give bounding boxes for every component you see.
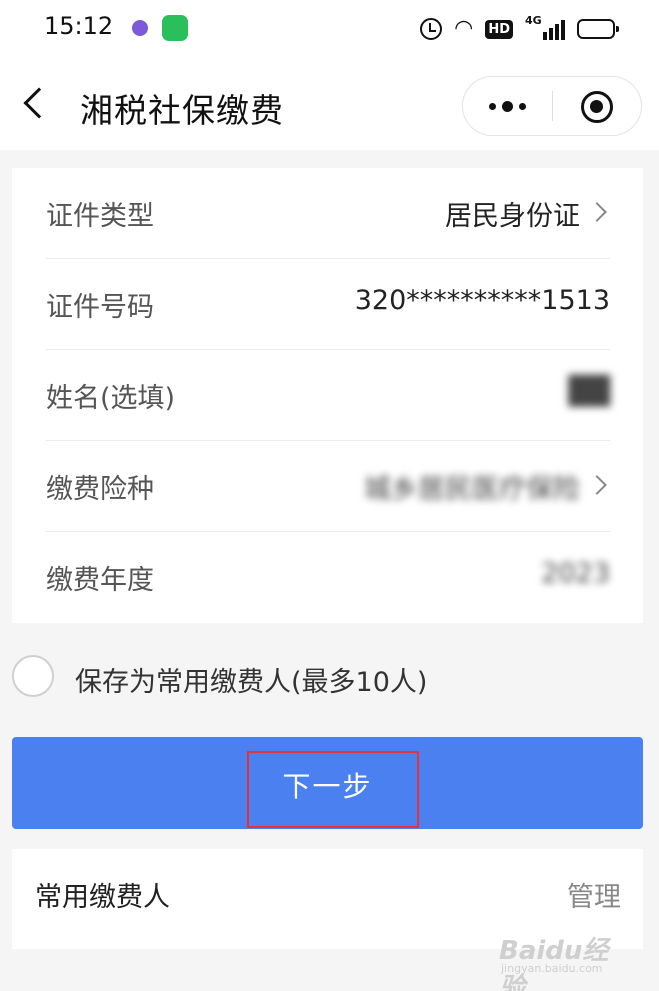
id-number-row[interactable]: 证件号码 320**********1513 [46, 259, 610, 350]
name-value: ██ [568, 376, 610, 407]
hd-badge: HD [485, 19, 513, 39]
id-type-row[interactable]: 证件类型 居民身份证 [46, 168, 610, 259]
save-payer-radio[interactable] [12, 655, 54, 697]
id-number-value: 320**********1513 [354, 285, 610, 316]
page-title: 湘税社保缴费 [80, 91, 284, 130]
id-type-label: 证件类型 [46, 201, 154, 232]
save-payer-label: 保存为常用缴费人(最多10人) [75, 667, 428, 698]
baidu-watermark: Baidu经验 jingyan.baidu.com [499, 930, 629, 991]
back-icon[interactable] [23, 87, 55, 119]
frequent-payers-title: 常用缴费人 [35, 882, 170, 913]
more-icon[interactable] [463, 77, 551, 135]
payment-year-value: 2023 [541, 558, 610, 589]
close-icon[interactable] [581, 91, 613, 123]
payment-form: 证件类型 居民身份证 证件号码 320**********1513 姓名(选填)… [12, 168, 643, 623]
manage-link[interactable]: 管理 [567, 875, 621, 914]
next-button[interactable]: 下一步 [12, 737, 643, 829]
watermark-brand: Baidu经验 [499, 936, 609, 991]
save-payer-option[interactable]: 保存为常用缴费人(最多10人) [12, 655, 572, 698]
app-store-icon [162, 15, 188, 41]
wifi-icon: ◠ [454, 16, 474, 41]
mini-program-capsule [462, 76, 642, 136]
status-bar: 15:12 ◠ HD 4G [0, 0, 659, 58]
capsule-divider [552, 91, 553, 121]
chevron-right-icon [587, 202, 607, 222]
chevron-right-icon [587, 475, 607, 495]
payment-year-row[interactable]: 缴费年度 2023 [46, 532, 610, 623]
insurance-type-value: 城乡居民医疗保险 [364, 474, 580, 505]
next-button-label: 下一步 [282, 770, 373, 803]
status-time: 15:12 [44, 12, 114, 40]
insurance-type-row[interactable]: 缴费险种 城乡居民医疗保险 [46, 441, 610, 532]
status-icons: ◠ HD 4G [420, 14, 619, 44]
insurance-type-label: 缴费险种 [46, 474, 154, 505]
payment-year-label: 缴费年度 [46, 565, 154, 596]
id-type-value: 居民身份证 [445, 201, 580, 232]
alarm-icon [420, 18, 443, 40]
app-notification-icon [127, 15, 153, 41]
watermark-url: jingyan.baidu.com [501, 962, 603, 975]
network-type: 4G [525, 14, 542, 27]
name-row[interactable]: 姓名(选填) ██ [46, 350, 610, 441]
battery-icon [577, 19, 619, 39]
nav-bar: 湘税社保缴费 [0, 58, 659, 150]
name-label: 姓名(选填) [46, 383, 176, 414]
signal-icon: 4G [525, 14, 565, 40]
id-number-label: 证件号码 [46, 292, 154, 323]
